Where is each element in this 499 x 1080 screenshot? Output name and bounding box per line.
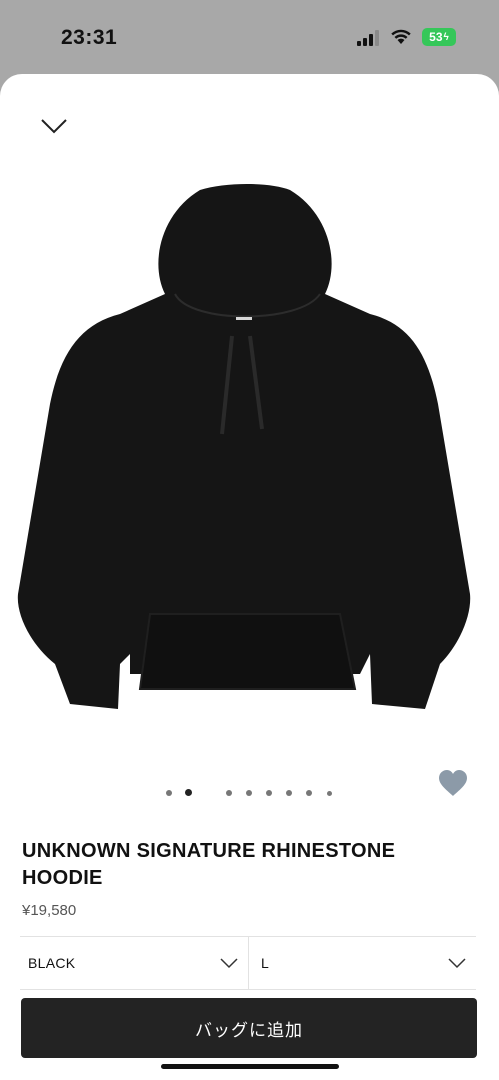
carousel-dot[interactable]	[306, 790, 312, 796]
chevron-down-icon	[448, 958, 466, 969]
carousel-dot-active[interactable]	[185, 789, 192, 796]
carousel-dot[interactable]	[266, 790, 272, 796]
home-indicator	[161, 1064, 339, 1069]
image-carousel-dots[interactable]	[0, 786, 499, 800]
size-select[interactable]: L	[249, 937, 476, 989]
heart-icon[interactable]	[438, 770, 468, 798]
carousel-dot[interactable]	[327, 791, 332, 796]
status-bar: 23:31 53 ϟ	[0, 0, 499, 70]
product-price: ¥19,580	[22, 902, 77, 919]
charging-bolt-icon: ϟ	[443, 31, 449, 43]
wifi-icon	[391, 29, 411, 44]
carousel-dot[interactable]	[246, 790, 252, 796]
product-sheet: UNKNOWN SIGNATURE RHINESTONE HOODIE ¥19,…	[0, 74, 499, 1080]
cellular-signal-icon	[357, 30, 379, 46]
add-to-bag-button[interactable]: バッグに追加	[21, 998, 477, 1058]
color-value: BLACK	[28, 955, 76, 971]
product-title: UNKNOWN SIGNATURE RHINESTONE HOODIE	[22, 840, 396, 889]
size-value: L	[261, 955, 270, 971]
battery-level: 53	[429, 30, 443, 44]
carousel-dot[interactable]	[226, 790, 232, 796]
chevron-down-icon	[220, 958, 238, 969]
battery-icon: 53 ϟ	[422, 28, 456, 46]
chevron-down-icon[interactable]	[40, 116, 68, 136]
status-time: 23:31	[61, 26, 118, 49]
color-select[interactable]: BLACK	[20, 937, 249, 989]
carousel-dot[interactable]	[286, 790, 292, 796]
carousel-dot[interactable]	[166, 790, 172, 796]
product-options: BLACK L	[20, 936, 476, 990]
product-image[interactable]	[0, 174, 499, 734]
